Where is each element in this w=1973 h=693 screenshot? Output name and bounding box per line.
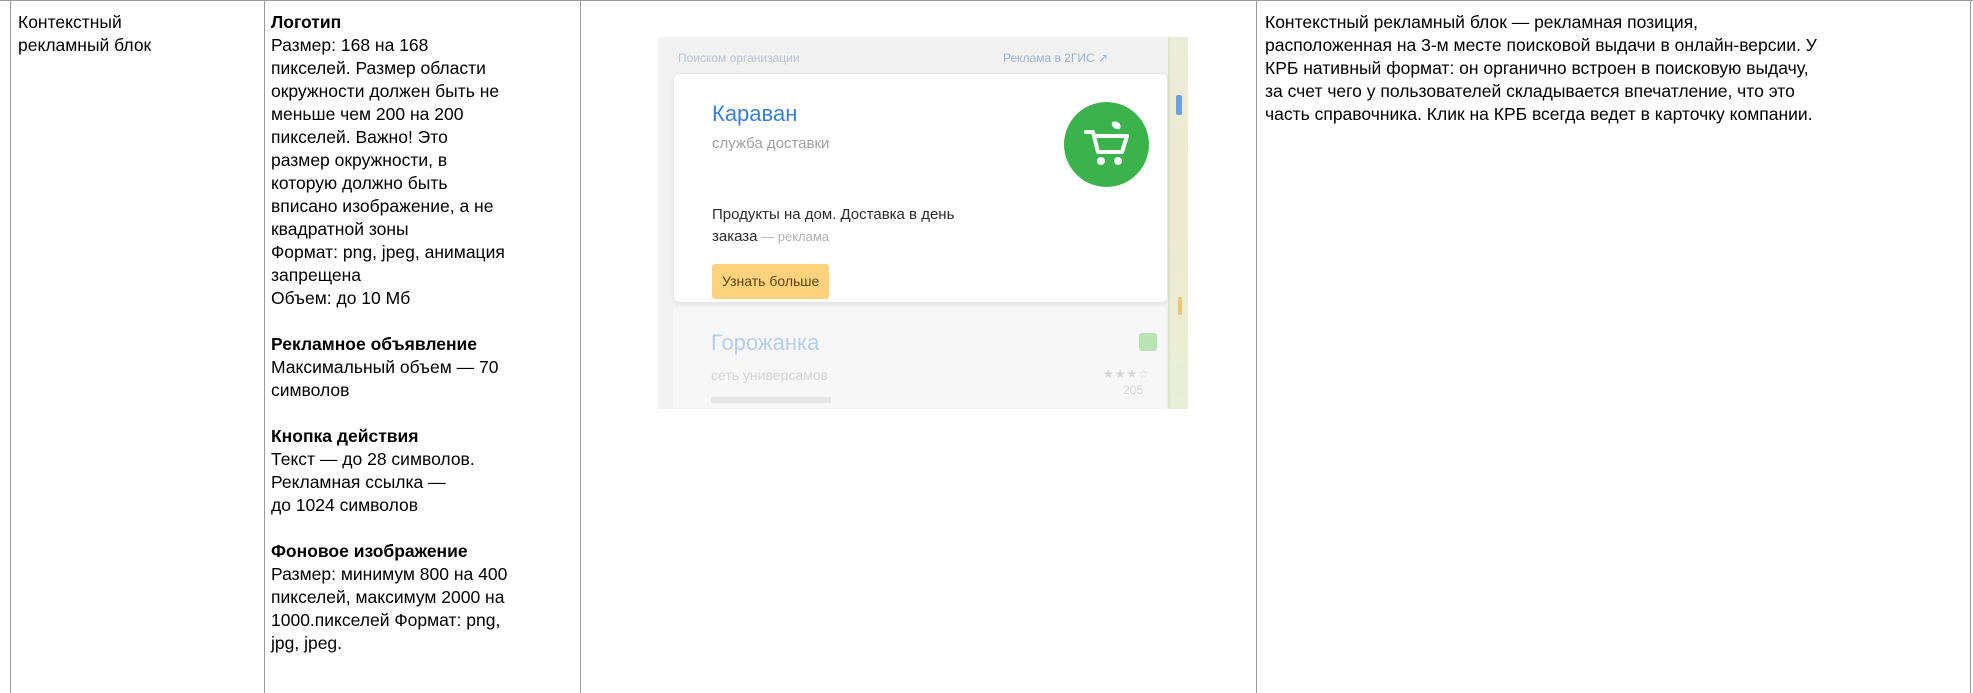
requirement-line: Размер: минимум 800 на 400 bbox=[271, 564, 508, 584]
preview-cart-badge-icon bbox=[1139, 333, 1157, 351]
logo-heading: Логотип bbox=[271, 12, 342, 32]
preview-map-marker bbox=[1178, 297, 1182, 315]
requirement-line: размер окружности, в bbox=[271, 150, 448, 170]
requirement-line: вписано изображение, а не bbox=[271, 196, 494, 216]
preview-topbar-left: Поиском организации bbox=[678, 51, 800, 65]
cta-requirements: Кнопка действия Текст — до 28 символов. … bbox=[271, 425, 583, 517]
requirement-line: Формат: png, jpeg, анимация bbox=[271, 242, 505, 262]
preview-cta-button: Узнать больше bbox=[712, 264, 830, 299]
preview-card-title: Караван bbox=[712, 101, 798, 126]
description-line: за счет чего у пользователей складываетс… bbox=[1265, 81, 1795, 101]
spec-table: Контекстный рекламный блок Логотип Разме… bbox=[0, 0, 1973, 693]
preview-ad-card: Караван служба доставки Продукты на дом.… bbox=[673, 73, 1168, 303]
requirement-line: символов bbox=[271, 380, 350, 400]
ad-heading: Рекламное объявление bbox=[271, 334, 478, 354]
requirement-line: до 1024 символов bbox=[271, 495, 419, 515]
table-border-right bbox=[1970, 1, 1971, 693]
preview-card-subtitle: служба доставки bbox=[712, 135, 830, 152]
preview-ad-text-line: Продукты на дом. Доставка в день bbox=[712, 206, 955, 223]
requirement-line: jpg, jpeg. bbox=[271, 633, 343, 653]
description-cell: Контекстный рекламный блок — рекламная п… bbox=[1265, 1, 1970, 693]
preview-topbar: Поиском организации Реклама в 2ГИС ↗ bbox=[658, 37, 1188, 77]
preview-ad-text-line: заказа bbox=[712, 228, 758, 245]
description-line: Контекстный рекламный блок — рекламная п… bbox=[1265, 12, 1699, 32]
preview-map-marker bbox=[1176, 95, 1182, 115]
requirement-line: пикселей. Размер области bbox=[271, 58, 486, 78]
table-divider-1 bbox=[264, 1, 265, 693]
requirement-line: пикселей. Важно! Это bbox=[271, 127, 448, 147]
requirement-line: Текст — до 28 символов. bbox=[271, 449, 475, 469]
preview-result-subtitle: сеть универсамов bbox=[711, 367, 828, 383]
preview-cell: Поиском организации Реклама в 2ГИС ↗ Кар… bbox=[588, 1, 1257, 693]
requirement-line: запрещена bbox=[271, 265, 362, 285]
cta-heading: Кнопка действия bbox=[271, 426, 419, 446]
preview-topbar-right: Реклама в 2ГИС ↗ bbox=[1003, 51, 1109, 65]
shopping-cart-icon bbox=[1084, 121, 1129, 165]
requirement-line: пикселей, максимум 2000 на bbox=[271, 587, 505, 607]
preview-map-strip bbox=[1168, 37, 1188, 409]
requirement-line: Размер: 168 на 168 bbox=[271, 35, 429, 55]
preview-rating-count: 205 bbox=[1123, 383, 1144, 397]
preview-next-result: Горожанка сеть универсамов ★★★☆ 205 bbox=[673, 307, 1166, 409]
description-line: КРБ нативный формат: он органично встрое… bbox=[1265, 58, 1809, 78]
requirement-line: которую должно быть bbox=[271, 173, 448, 193]
requirement-line: 1000.пикселей Формат: png, bbox=[271, 610, 501, 630]
requirement-line: окружности должен быть не bbox=[271, 81, 500, 101]
preview-result-title: Горожанка bbox=[711, 330, 820, 355]
preview-ad-text-line2: заказа — реклама bbox=[712, 226, 1042, 248]
requirement-line: Объем: до 10 Мб bbox=[271, 288, 411, 308]
requirement-line: Рекламная ссылка — bbox=[271, 472, 446, 492]
ad-requirements: Рекламное объявление Максимальный объем … bbox=[271, 333, 583, 402]
preview-logo bbox=[1064, 102, 1149, 187]
requirement-line: меньше чем 200 на 200 bbox=[271, 104, 464, 124]
description-line: расположенная на 3-м месте поисковой выд… bbox=[1265, 35, 1817, 55]
background-heading: Фоновое изображение bbox=[271, 541, 468, 561]
logo-requirements: Логотип Размер: 168 на 168 пикселей. Раз… bbox=[271, 11, 583, 310]
description-line: часть справочника. Клик на КРБ всегда ве… bbox=[1265, 104, 1813, 124]
preview-ad-text: Продукты на дом. Доставка в день заказа … bbox=[712, 204, 1042, 248]
requirement-line: квадратной зоны bbox=[271, 219, 409, 239]
background-requirements: Фоновое изображение Размер: минимум 800 … bbox=[271, 540, 583, 655]
preview-ad-label: — реклама bbox=[757, 229, 830, 244]
requirement-line: Максимальный объем — 70 bbox=[271, 357, 499, 377]
ad-preview-image: Поиском организации Реклама в 2ГИС ↗ Кар… bbox=[658, 37, 1188, 409]
requirements-cell: Логотип Размер: 168 на 168 пикселей. Раз… bbox=[271, 1, 583, 693]
table-border-left bbox=[10, 1, 11, 693]
format-name-line: рекламный блок bbox=[18, 35, 152, 55]
format-name-cell: Контекстный рекламный блок bbox=[18, 1, 243, 693]
preview-faded-text bbox=[711, 397, 831, 403]
format-name-line: Контекстный bbox=[18, 12, 122, 32]
